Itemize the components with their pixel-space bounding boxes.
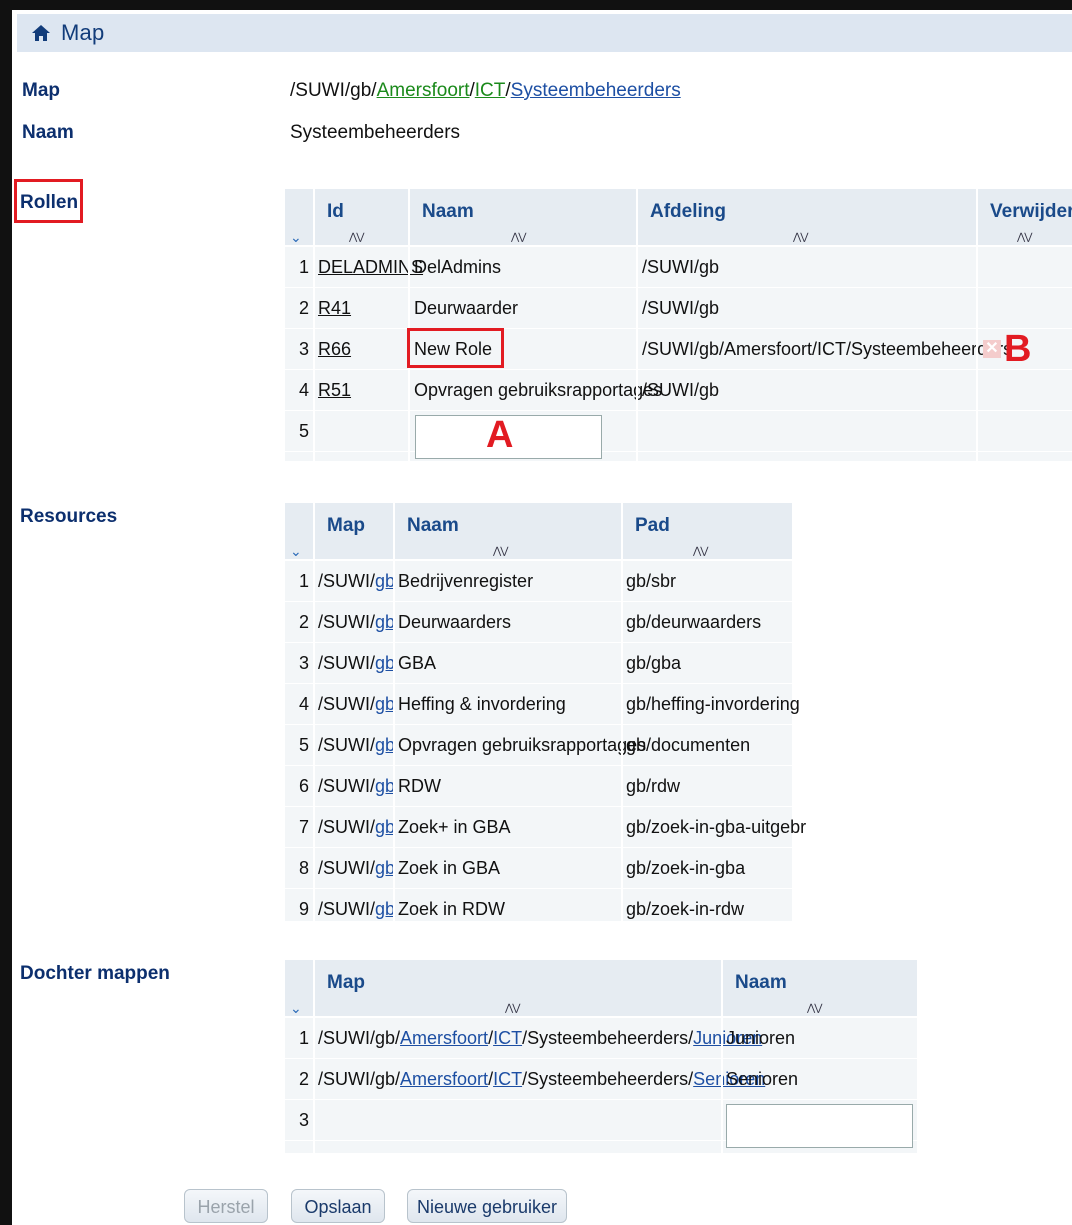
rollen-col-afdeling[interactable]: Afdeling [638,189,978,235]
table-row: 8/SUWI/gb Zoek in GBA gb/zoek-in-gba [285,848,792,889]
annotation-b: B [1004,328,1032,370]
resources-table: Map Naam Pad ⌄ ⋀⋁ ⋀⋁ 1/SUWI/gb Bedrijvenr… [285,503,806,930]
table-row: 4 R51 Opvragen gebruiksrapportages /SUWI… [285,370,1072,411]
dochter-link-ict[interactable]: ICT [493,1069,522,1089]
home-icon [32,25,50,41]
sort-arrows-icon[interactable]: ⋀⋁ [793,232,808,243]
new-dochter-name-input[interactable] [726,1104,913,1148]
map-path-link-systeembeheerders[interactable]: Systeembeheerders [511,80,681,101]
sort-arrows-icon[interactable]: ⋀⋁ [493,546,508,557]
table-row: 3 R66 New Role /SUWI/gb/Amersfoort/ICT/S… [285,329,1072,370]
role-id-link[interactable]: R41 [318,288,351,328]
table-row: 1 /SUWI/gb/Amersfoort/ICT/Systeembeheerd… [285,1018,917,1059]
table-row: 2 /SUWI/gb/Amersfoort/ICT/Systeembeheerd… [285,1059,917,1100]
dochter-link-amersfoort[interactable]: Amersfoort [400,1028,488,1048]
table-row: 2/SUWI/gb Deurwaarders gb/deurwaarders [285,602,792,643]
window-frame-top [0,0,1072,10]
sort-arrows-icon[interactable]: ⋀⋁ [693,546,708,557]
sort-arrows-icon[interactable]: ⋀⋁ [349,232,364,243]
sort-arrows-icon[interactable]: ⋀⋁ [511,232,526,243]
table-row: 1/SUWI/gb Bedrijvenregister gb/sbr [285,561,792,602]
table-row: 6/SUWI/gb RDW gb/rdw [285,766,792,807]
title-bar: Map [17,14,1072,52]
naam-label: Naam [22,122,74,143]
sort-arrows-icon[interactable]: ⋀⋁ [1017,232,1032,243]
table-row: 5 [285,411,1072,459]
rollen-col-naam[interactable]: Naam [410,189,638,235]
table-row: 3/SUWI/gb GBA gb/gba [285,643,792,684]
rollen-col-verwijder[interactable]: Verwijder [978,189,1072,235]
table-row: 5/SUWI/gb Opvragen gebruiksrapportages gb/… [285,725,792,766]
dochter-col-map[interactable]: Map [315,960,723,1006]
annotation-a: A [486,414,514,456]
map-label: Map [22,80,60,101]
role-id-link[interactable]: R66 [318,329,351,369]
table-row: 3 [285,1100,917,1148]
new-role-highlight-box [407,328,504,368]
resources-col-pad[interactable]: Pad [623,503,792,549]
map-path-link-amersfoort[interactable]: Amersfoort [377,80,470,101]
opslaan-button[interactable]: Opslaan [291,1189,385,1223]
chevron-down-icon[interactable]: ⌄ [290,229,302,246]
delete-icon[interactable]: ✕ [983,340,1001,358]
page-title: Map [61,20,105,45]
sort-arrows-icon[interactable]: ⋀⋁ [807,1003,822,1014]
table-row: 9/SUWI/gb Zoek in RDW gb/zoek-in-rdw [285,889,792,930]
rollen-col-id[interactable]: Id [315,189,410,235]
resources-label: Resources [20,506,118,527]
dochter-mappen-label: Dochter mappen [20,963,170,984]
table-row: 1 DELADMINS DelAdmins /SUWI/gb [285,247,1072,288]
chevron-down-icon[interactable]: ⌄ [290,1000,302,1017]
map-path: /SUWI/gb/Amersfoort/ICT/Systeembeheerder… [290,80,681,101]
dochter-table-header: Map Naam [285,960,917,1006]
rollen-table-header: Id Naam Afdeling Verwijder [285,189,1072,235]
rollen-table: Id Naam Afdeling Verwijder ⌄ ⋀⋁ ⋀⋁ ⋀⋁ ⋀⋁… [285,189,1072,461]
dochter-col-naam[interactable]: Naam [723,960,917,1006]
dochter-link-amersfoort[interactable]: Amersfoort [400,1069,488,1089]
role-id-link[interactable]: R51 [318,370,351,410]
dochter-link-ict[interactable]: ICT [493,1028,522,1048]
sort-arrows-icon[interactable]: ⋀⋁ [505,1003,520,1014]
dochter-mappen-table: Map Naam ⌄ ⋀⋁ ⋀⋁ 1 /SUWI/gb/Amersfoort/I… [285,960,917,1153]
map-path-link-ict[interactable]: ICT [475,80,506,101]
resources-col-map[interactable]: Map [315,503,395,549]
resources-col-naam[interactable]: Naam [395,503,623,549]
rollen-highlight-box [14,179,83,223]
table-row: 7/SUWI/gb Zoek+ in GBA gb/zoek-in-gba-uitg… [285,807,806,848]
herstel-button[interactable]: Herstel [184,1189,268,1223]
table-row: 4/SUWI/gb Heffing & invordering gb/heffing… [285,684,800,725]
nieuwe-gebruiker-button[interactable]: Nieuwe gebruiker [407,1189,567,1223]
resources-table-header: Map Naam Pad [285,503,792,549]
window-frame-left [0,0,12,1225]
table-row: 2 R41 Deurwaarder /SUWI/gb [285,288,1072,329]
chevron-down-icon[interactable]: ⌄ [290,543,302,560]
naam-value: Systeembeheerders [290,122,461,143]
